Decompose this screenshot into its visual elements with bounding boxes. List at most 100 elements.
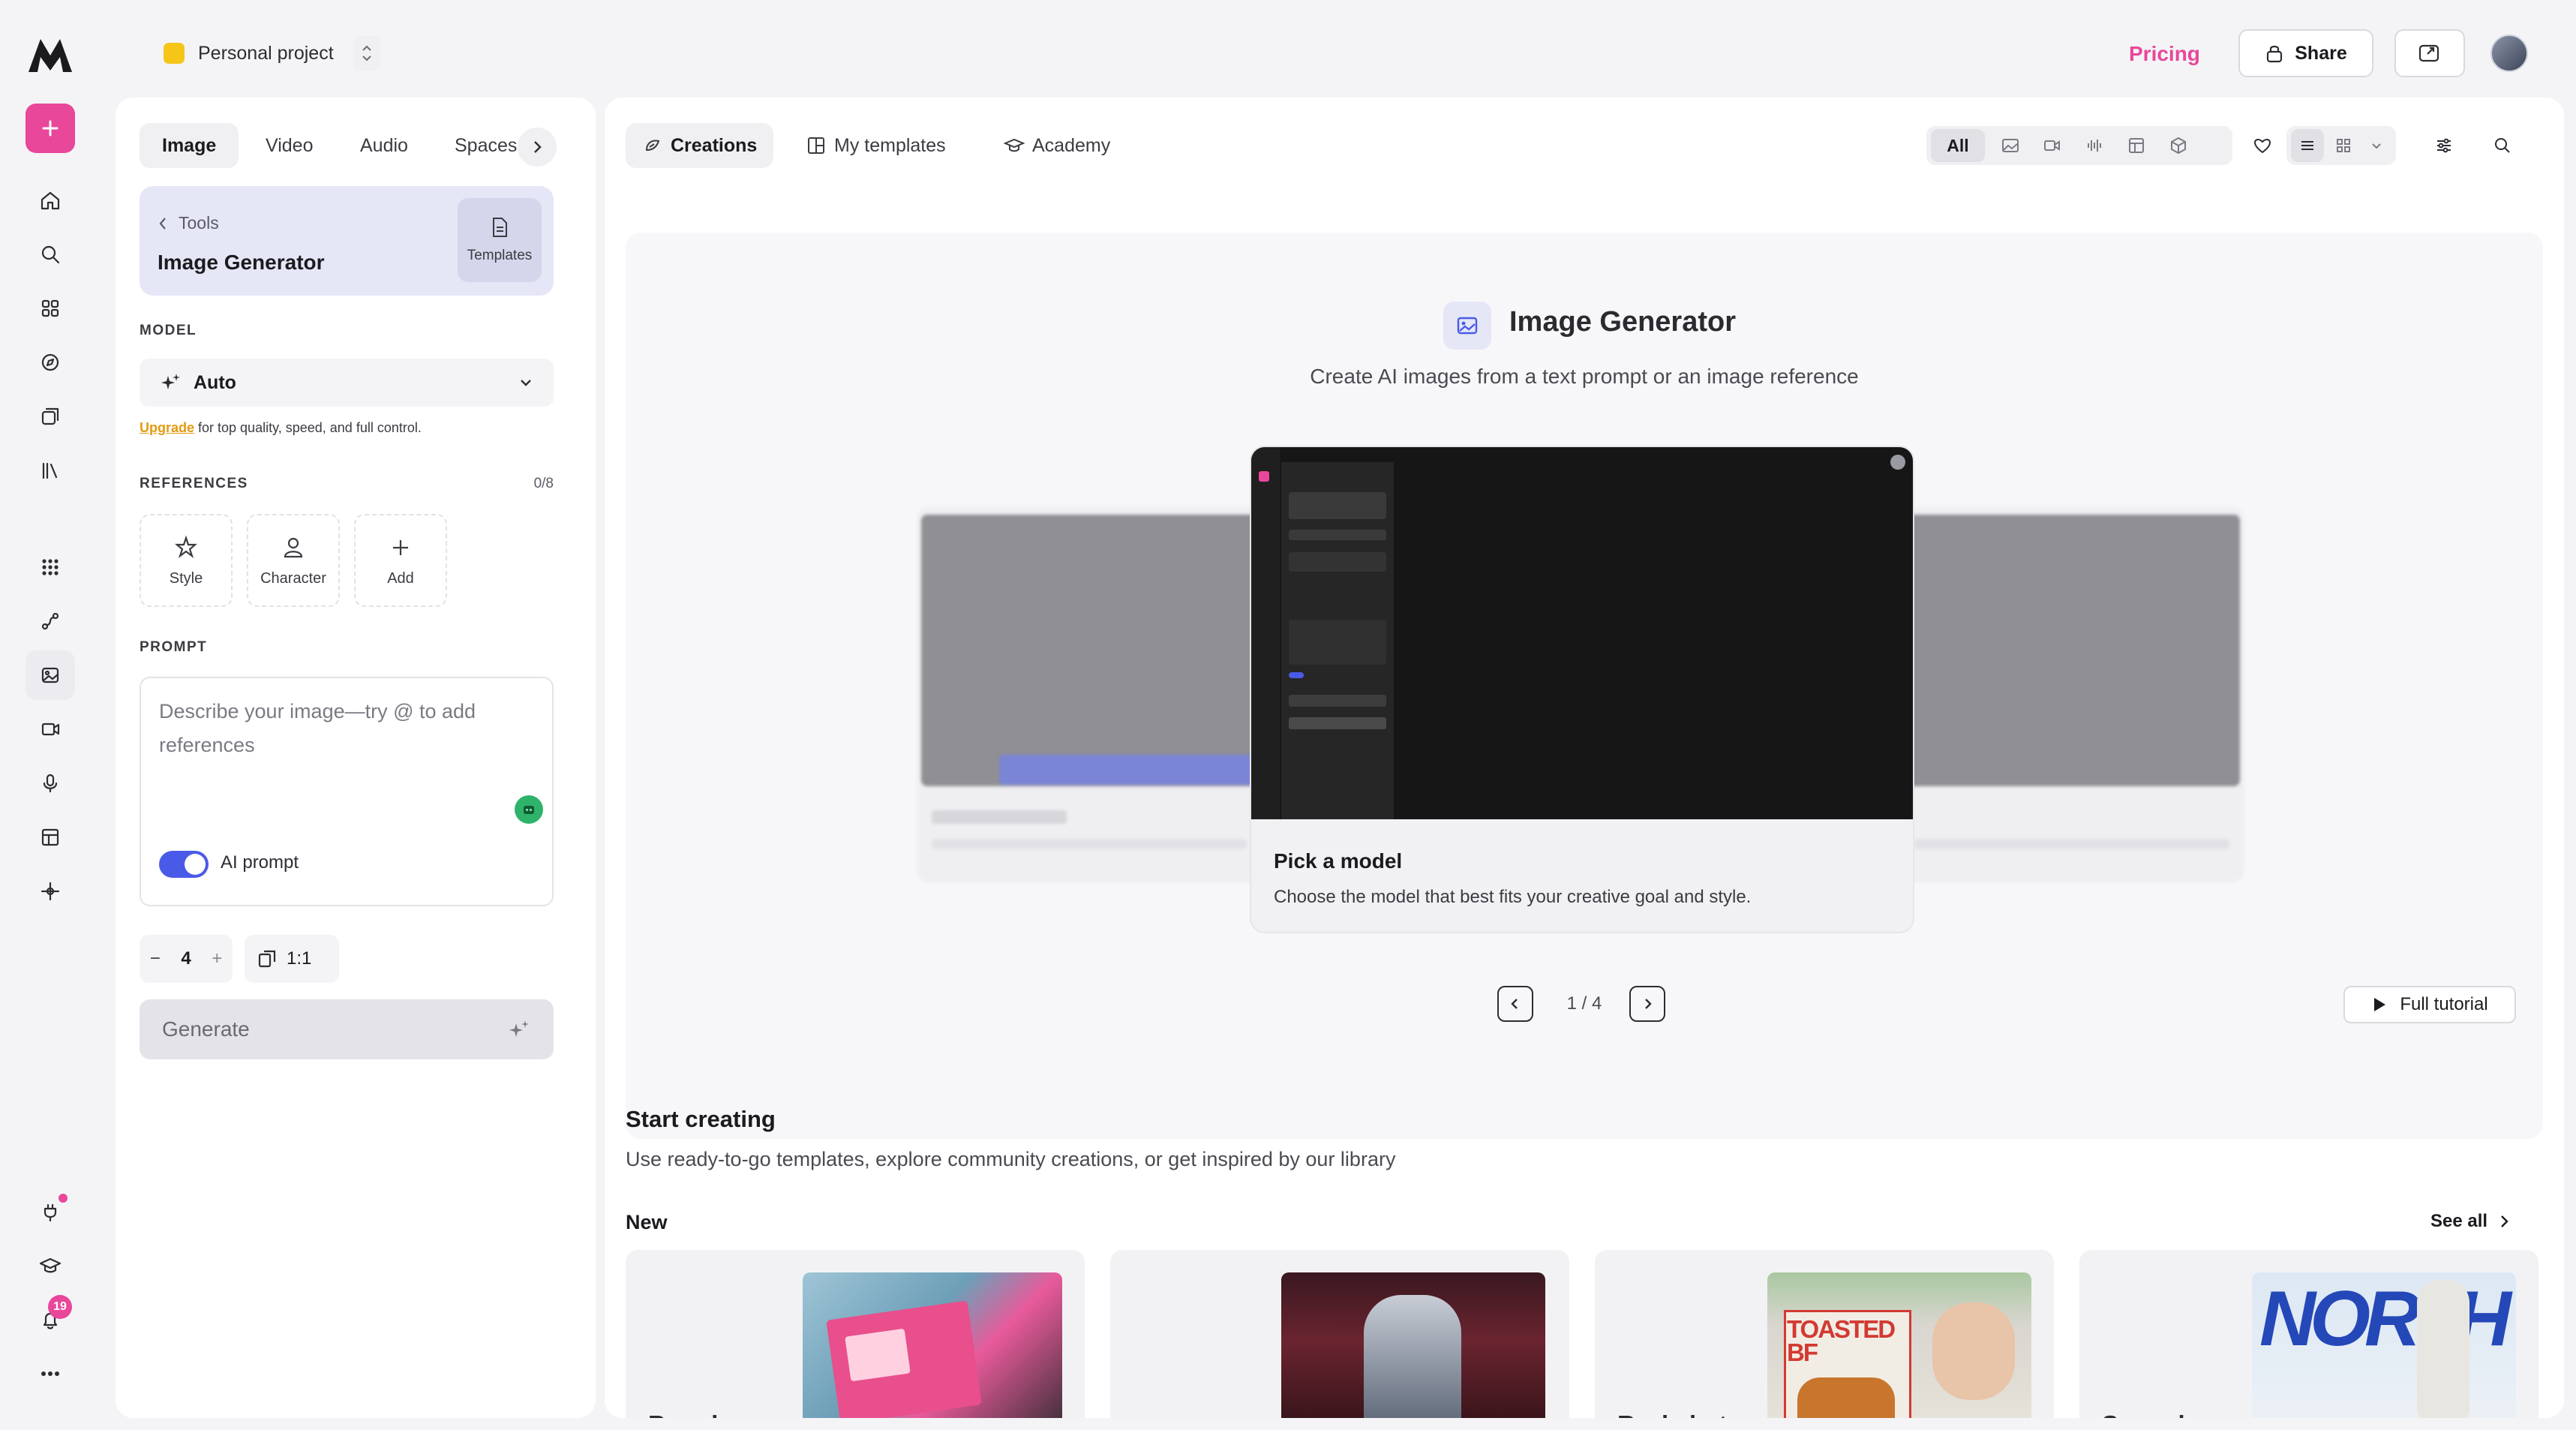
references-count: 0/8 [533, 476, 554, 491]
reference-add[interactable]: Add [354, 514, 447, 607]
tab-audio[interactable]: Audio [338, 123, 431, 168]
video-tool-button[interactable] [26, 704, 75, 754]
templates-tool-button[interactable] [26, 813, 75, 862]
tabs-scroll-right-button[interactable] [518, 128, 557, 167]
full-tutorial-button[interactable]: Full tutorial [2343, 986, 2516, 1023]
microphone-icon [43, 774, 58, 793]
tab-my-templates[interactable]: My templates [789, 123, 962, 168]
grid-icon [2337, 139, 2350, 152]
see-all-link[interactable]: See all [2430, 1211, 2510, 1232]
tab-academy[interactable]: Academy [987, 123, 1127, 168]
tab-image[interactable]: Image [140, 123, 239, 168]
image-tool-button[interactable] [26, 650, 75, 700]
filter-audio[interactable] [2078, 129, 2111, 162]
play-icon [2374, 998, 2386, 1011]
quantity-value: 4 [181, 948, 191, 969]
library-button[interactable] [26, 446, 75, 495]
carousel-prev-button[interactable] [1497, 986, 1533, 1022]
carousel-slide[interactable]: Pick a model Choose the model that best … [1250, 446, 1914, 933]
carousel-next-button[interactable] [1629, 986, 1665, 1022]
aspect-ratio-select[interactable]: 1:1 [245, 935, 339, 983]
model-select[interactable]: Auto [140, 359, 554, 407]
template-card-real-photo[interactable]: TOASTED BF Real photo [1595, 1250, 2054, 1418]
more-button[interactable] [26, 1349, 75, 1398]
generate-label: Generate [162, 1017, 250, 1041]
filter-all[interactable]: All [1931, 129, 1985, 162]
integrations-button[interactable] [26, 1187, 75, 1236]
template-card-surreal[interactable]: NORTH Surreal [2079, 1250, 2538, 1418]
upgrade-text: for top quality, speed, and full control… [194, 420, 422, 435]
tab-creations[interactable]: Creations [626, 123, 774, 168]
lock-icon [2267, 45, 2283, 63]
toasted-sign-text: TOASTED BF [1787, 1315, 1896, 1366]
generate-button[interactable]: Generate [140, 999, 554, 1059]
template-card-brand[interactable]: Brand [626, 1250, 1085, 1418]
start-creating-title: Start creating [626, 1106, 776, 1132]
grid-view-button[interactable] [2327, 129, 2360, 162]
filter-3d[interactable] [2162, 129, 2195, 162]
workflow-button[interactable] [26, 596, 75, 646]
all-tools-button[interactable] [26, 542, 75, 592]
filter-videos[interactable] [2036, 129, 2069, 162]
share-label: Share [2295, 42, 2347, 64]
search-creations-button[interactable] [2484, 128, 2520, 164]
reference-add-label: Add [387, 569, 414, 587]
project-switcher[interactable]: Personal project [150, 29, 420, 78]
filter-images[interactable] [1994, 129, 2027, 162]
cube-icon [2171, 137, 2186, 155]
filter-settings-button[interactable] [2426, 128, 2462, 164]
prompt-input[interactable]: Describe your image—try @ to add referen… [159, 695, 519, 762]
pricing-link[interactable]: Pricing [2129, 38, 2200, 71]
templates-button[interactable]: Templates [458, 198, 542, 282]
video-icon [41, 723, 60, 736]
more-horizontal-icon [41, 1371, 59, 1376]
plus-small-icon[interactable]: + [212, 948, 222, 969]
template-card-cinematic[interactable] [1110, 1250, 1569, 1418]
grid-icon [41, 299, 59, 317]
slide-preview-video[interactable] [1251, 447, 1913, 819]
filter-templates[interactable] [2120, 129, 2153, 162]
assets-button[interactable] [26, 392, 75, 441]
plus-icon [42, 120, 59, 137]
ai-prompt-toggle[interactable] [159, 851, 209, 878]
slide-title: Pick a model [1274, 849, 1403, 873]
creations-icon [645, 140, 660, 152]
tab-video[interactable]: Video [243, 123, 336, 168]
reference-style[interactable]: Style [140, 514, 233, 607]
avatar[interactable] [2490, 35, 2528, 72]
explore-button[interactable] [26, 338, 75, 387]
reference-character[interactable]: Character [247, 514, 340, 607]
integrations-dot [59, 1194, 68, 1203]
grammar-assist-icon[interactable] [515, 795, 543, 824]
favorites-button[interactable] [2244, 128, 2280, 164]
see-all-label: See all [2430, 1211, 2488, 1231]
home-button[interactable] [26, 176, 75, 225]
logo-icon[interactable] [26, 33, 75, 78]
create-new-button[interactable] [26, 104, 75, 153]
list-view-button[interactable] [2291, 129, 2324, 162]
project-name: Personal project [198, 42, 334, 64]
apps-button[interactable] [26, 284, 75, 333]
audio-tool-button[interactable] [26, 759, 75, 808]
3d-tool-button[interactable] [26, 867, 75, 916]
export-icon [2418, 44, 2439, 62]
template-icon [2129, 138, 2144, 153]
plus-icon [393, 539, 408, 555]
chevron-down-icon [521, 380, 531, 386]
tab-my-templates-label: My templates [834, 134, 946, 156]
video-icon [2044, 140, 2060, 151]
share-button[interactable]: Share [2238, 29, 2373, 77]
search-button[interactable] [26, 230, 75, 279]
breadcrumb[interactable]: Tools [158, 213, 219, 233]
minus-icon[interactable]: − [150, 948, 161, 969]
export-button[interactable] [2394, 29, 2465, 77]
plug-icon [44, 1203, 57, 1222]
quantity-stepper[interactable]: − 4 + [140, 935, 233, 983]
home-icon [41, 191, 60, 210]
brand-preview-image [803, 1272, 1062, 1418]
chevron-down-icon [2372, 143, 2381, 149]
academy-button[interactable] [26, 1241, 75, 1290]
view-options-dropdown[interactable] [2360, 129, 2393, 162]
upgrade-link[interactable]: Upgrade [140, 420, 194, 435]
graduation-cap-icon [1004, 138, 1025, 152]
